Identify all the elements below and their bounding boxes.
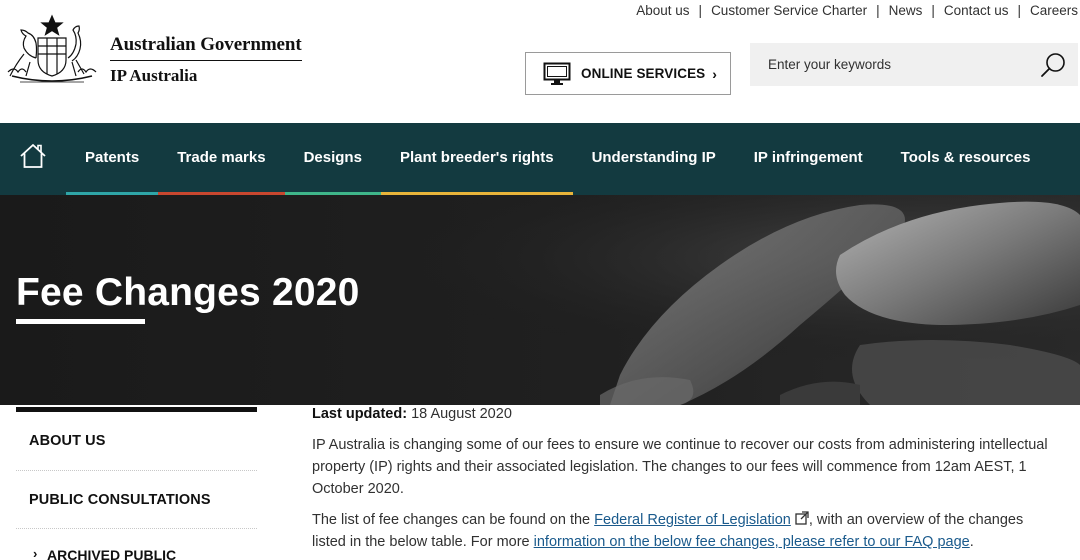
last-updated-value: 18 August 2020 (411, 406, 512, 422)
page-title: Fee Changes 2020 (16, 271, 360, 314)
nav-item-label: Plant breeder's rights (399, 148, 554, 166)
logo-divider (110, 60, 302, 61)
federal-register-link[interactable]: Federal Register of Legislation (594, 512, 791, 528)
paragraph-text: The list of fee changes can be found on … (312, 512, 595, 528)
nav-item-ip-infringement[interactable]: IP infringement (735, 123, 882, 195)
utility-link-about-us[interactable]: About us (636, 3, 689, 18)
online-services-button[interactable]: ONLINE SERVICES › (525, 52, 731, 95)
last-updated: Last updated: 18 August 2020 (312, 403, 1052, 425)
separator: | (876, 3, 880, 18)
last-updated-label: Last updated: (312, 406, 408, 422)
nav-item-label: Designs (303, 148, 362, 166)
fee-list-paragraph: The list of fee changes can be found on … (312, 509, 1052, 553)
chevron-right-icon: › (712, 65, 717, 82)
nav-item-label: Tools & resources (900, 148, 1031, 166)
separator: | (1017, 3, 1021, 18)
sidebar-subitem-label: ARCHIVED PUBLIC (47, 547, 177, 560)
sidebar-item-public-consultations[interactable]: PUBLIC CONSULTATIONS (16, 471, 257, 529)
nav-item-tools-resources[interactable]: Tools & resources (882, 123, 1050, 195)
hero-banner: Fee Changes 2020 (0, 195, 1080, 405)
separator: | (698, 3, 703, 18)
nav-item-label: Trade marks (177, 148, 266, 166)
utility-link-careers[interactable]: Careers (1030, 3, 1078, 18)
main-nav: Patents Trade marks Designs Plant breede… (0, 123, 1080, 195)
utility-link-contact-us[interactable]: Contact us (944, 3, 1009, 18)
faq-link[interactable]: information on the below fee changes, pl… (534, 534, 970, 550)
coat-of-arms-icon (7, 14, 97, 83)
government-name: Australian Government (110, 34, 302, 55)
search-input[interactable] (750, 43, 1020, 86)
home-button[interactable] (0, 123, 66, 195)
sidebar-item-about-us[interactable]: ABOUT US (16, 412, 257, 471)
nav-item-label: Understanding IP (591, 148, 716, 166)
external-link-icon (795, 511, 809, 525)
utility-link-news[interactable]: News (889, 3, 923, 18)
utility-nav: About us | Customer Service Charter | Ne… (636, 3, 1078, 18)
nav-item-designs[interactable]: Designs (284, 123, 381, 195)
nav-item-understanding-ip[interactable]: Understanding IP (573, 123, 735, 195)
utility-link-customer-service-charter[interactable]: Customer Service Charter (711, 3, 867, 18)
home-icon (20, 144, 46, 168)
main-content: Last updated: 18 August 2020 IP Australi… (312, 403, 1052, 553)
chevron-right-icon: › (33, 546, 38, 560)
nav-item-label: Patents (85, 148, 140, 166)
paragraph-text: . (969, 534, 974, 550)
agency-name: IP Australia (110, 66, 198, 85)
monitor-icon (543, 62, 571, 85)
intro-paragraph: IP Australia is changing some of our fee… (312, 437, 1048, 497)
sidebar-nav: ABOUT US PUBLIC CONSULTATIONS › ARCHIVED… (16, 407, 257, 560)
search-bar (750, 43, 1078, 86)
nav-item-patents[interactable]: Patents (66, 123, 159, 195)
title-underline (16, 319, 145, 324)
online-services-label: ONLINE SERVICES (581, 66, 706, 81)
search-icon[interactable] (1040, 52, 1066, 78)
nav-item-label: IP infringement (753, 148, 863, 166)
nav-item-plant-breeders-rights[interactable]: Plant breeder's rights (380, 123, 573, 195)
separator: | (931, 3, 935, 18)
site-logo[interactable]: Australian Government IP Australia (2, 14, 302, 92)
sidebar-subitem-archived-public[interactable]: › ARCHIVED PUBLIC (16, 529, 257, 560)
nav-item-trade-marks[interactable]: Trade marks (158, 123, 285, 195)
